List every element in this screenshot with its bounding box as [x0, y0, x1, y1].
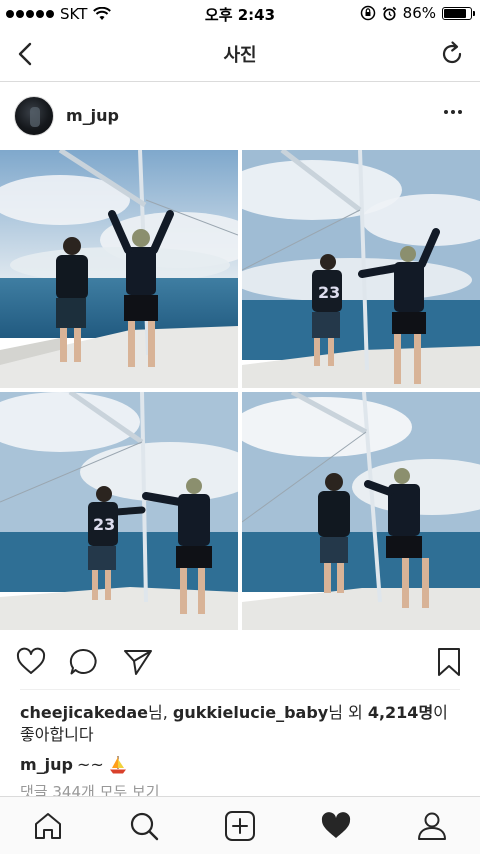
post-photo[interactable]: 23 23 [0, 150, 480, 631]
post-username[interactable]: m_jup [66, 106, 119, 125]
svg-text:23: 23 [318, 283, 340, 302]
sailboat-emoji-icon [109, 756, 126, 774]
status-bar: SKT 오후 2:43 86% [0, 0, 480, 28]
liker-username-1[interactable]: cheejicakedae [20, 703, 148, 722]
divider [20, 689, 460, 690]
photo-panel-2: 23 [242, 150, 480, 388]
search-icon[interactable] [127, 809, 161, 843]
comment-icon[interactable] [67, 645, 101, 679]
refresh-icon[interactable] [438, 40, 466, 68]
status-right: 86% [360, 4, 475, 22]
battery-percent: 86% [402, 4, 436, 22]
liker-username-2[interactable]: gukkielucie_baby [173, 703, 328, 722]
likes-summary[interactable]: cheejicakedae님, gukkielucie_baby님 외 4,21… [20, 702, 466, 746]
more-options-icon[interactable] [444, 110, 462, 114]
activity-heart-icon[interactable] [319, 809, 353, 843]
bottom-tab-bar [0, 796, 480, 854]
bookmark-icon[interactable] [432, 645, 466, 679]
page-title: 사진 [223, 45, 257, 66]
svg-text:23: 23 [93, 515, 115, 534]
post-caption: m_jup ~~ [20, 754, 128, 776]
navigation-bar: 사진 [0, 28, 480, 82]
orientation-lock-icon [360, 5, 375, 21]
caption-text: ~~ [77, 755, 104, 774]
home-icon[interactable] [31, 809, 65, 843]
post-header: m_jup [0, 82, 480, 150]
photo-panel-1 [0, 150, 238, 388]
avatar[interactable] [14, 96, 54, 136]
likes-text-2: 님 외 [328, 703, 368, 722]
add-post-icon[interactable] [223, 809, 257, 843]
alarm-icon [382, 6, 396, 20]
profile-icon[interactable] [415, 809, 449, 843]
photo-panel-3: 23 [0, 392, 238, 630]
likes-text-1: 님, [148, 703, 173, 722]
battery-fill [444, 8, 467, 18]
caption-username[interactable]: m_jup [20, 754, 73, 776]
share-icon[interactable] [121, 645, 155, 679]
likes-count[interactable]: 4,214명 [368, 703, 433, 722]
battery-icon [442, 6, 475, 20]
post-actions [0, 631, 480, 689]
heart-icon[interactable] [14, 645, 48, 679]
photo-panel-4 [242, 392, 480, 630]
